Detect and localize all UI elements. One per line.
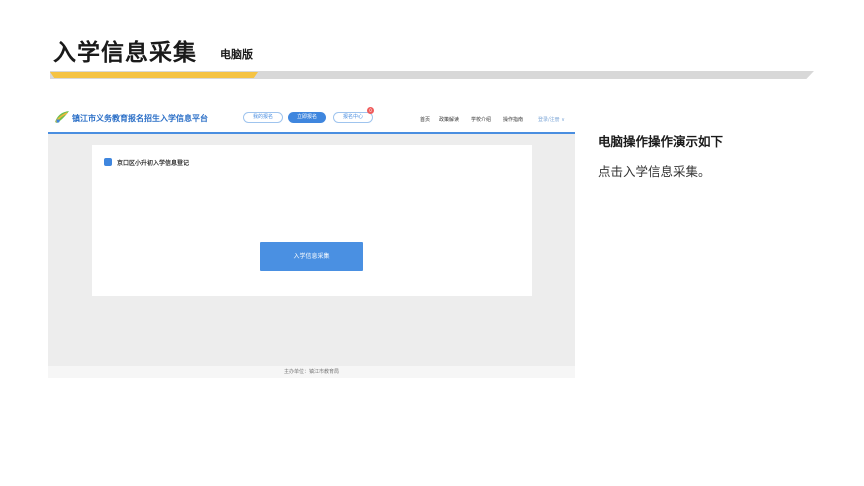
enrollment-info-collection-button[interactable]: 入学信息采集: [260, 242, 363, 271]
nav-guide[interactable]: 操作指南: [503, 116, 523, 123]
title-underline-accent: [50, 72, 258, 78]
slide-subtitle: 电脑版: [220, 48, 253, 61]
instructions-heading: 电脑操作操作演示如下: [598, 134, 724, 149]
nav-policy[interactable]: 政策解读: [439, 116, 459, 123]
pill-label: 立即报名: [296, 114, 317, 120]
nav-schools[interactable]: 学校介绍: [471, 116, 491, 123]
pill-my-registration[interactable]: 我的报名: [243, 112, 283, 123]
pill-label: 报名中心: [342, 114, 363, 120]
pill-registration-center[interactable]: 报名中心: [333, 112, 373, 123]
registration-icon: [104, 158, 112, 166]
registration-card: 京口区小升初入学信息登记 入学信息采集: [92, 145, 532, 296]
instructions-text: 点击入学信息采集。: [598, 164, 711, 179]
platform-header: 镇江市义务教育报名招生入学信息平台 我的报名 立即报名 报名中心 0 首页 政策…: [48, 104, 575, 134]
slide-title: 入学信息采集: [53, 40, 197, 66]
platform-logo-icon: [55, 111, 69, 123]
pill-register-now[interactable]: 立即报名: [288, 112, 326, 123]
notification-badge: 0: [367, 107, 374, 114]
platform-screenshot: 镇江市义务教育报名招生入学信息平台 我的报名 立即报名 报名中心 0 首页 政策…: [48, 104, 575, 378]
pill-label: 我的报名: [252, 114, 273, 120]
platform-site-title: 镇江市义务教育报名招生入学信息平台: [72, 114, 208, 123]
registration-title: 京口区小升初入学信息登记: [117, 160, 190, 167]
platform-footer: 主办单位：镇江市教育局: [48, 366, 575, 378]
login-register-link[interactable]: 登录/注册 ∨: [538, 116, 565, 123]
nav-home[interactable]: 首页: [420, 116, 430, 123]
